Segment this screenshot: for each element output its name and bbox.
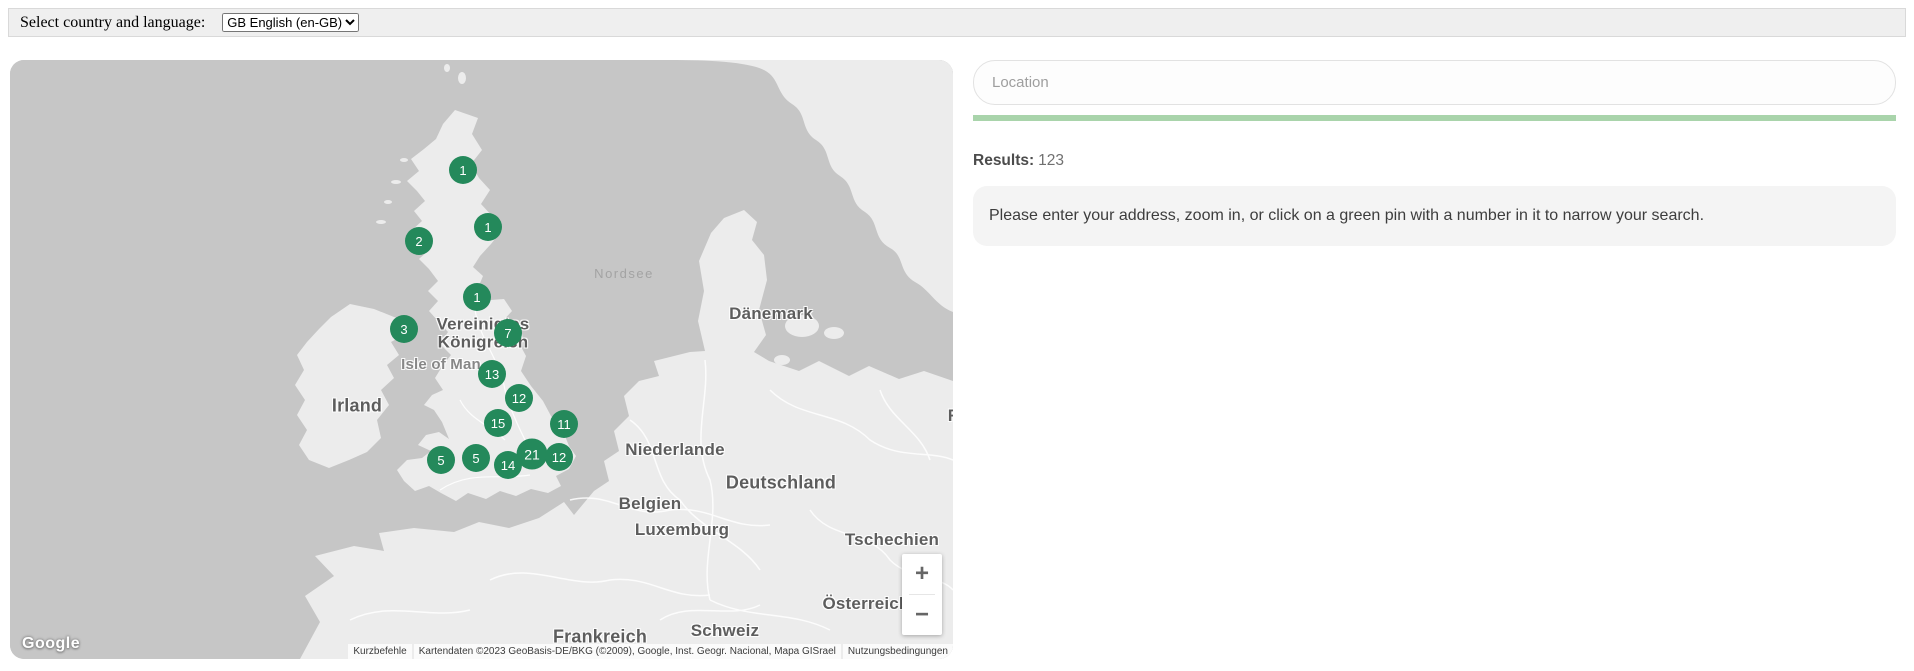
- map-label: Nordsee: [594, 267, 654, 281]
- map-label: Dänemark: [729, 305, 813, 323]
- results-label: Results:: [973, 152, 1034, 169]
- map-label: Belgien: [619, 495, 682, 513]
- map-label: Luxemburg: [635, 521, 729, 539]
- language-label: Select country and language:: [20, 14, 205, 32]
- map-label: Schweiz: [691, 622, 759, 640]
- map[interactable]: NordseeDänemarkVereinigtes KönigreichIsl…: [10, 60, 953, 659]
- info-message-text: Please enter your address, zoom in, or c…: [989, 207, 1704, 225]
- cluster-pin[interactable]: 5: [427, 446, 455, 474]
- cluster-pin[interactable]: 15: [484, 409, 512, 437]
- cluster-pin[interactable]: 1: [474, 213, 502, 241]
- map-copyright: Kartendaten ©2023 GeoBasis-DE/BKG (©2009…: [414, 644, 841, 659]
- map-terrain: [10, 60, 953, 659]
- results-panel: Results:123 Please enter your address, z…: [973, 60, 1896, 246]
- terms-link[interactable]: Nutzungsbedingungen: [843, 644, 953, 659]
- cluster-pin[interactable]: 5: [462, 444, 490, 472]
- map-label: Isle of Man: [401, 357, 481, 373]
- map-label: Österreich: [822, 595, 909, 613]
- cluster-pin[interactable]: 12: [505, 384, 533, 412]
- keyboard-shortcuts-link[interactable]: Kurzbefehle: [348, 644, 411, 659]
- cluster-pin[interactable]: 1: [449, 156, 477, 184]
- cluster-pin[interactable]: 12: [545, 443, 573, 471]
- map-label: Tschechien: [845, 531, 939, 549]
- zoom-out-button[interactable]: −: [902, 595, 942, 635]
- cluster-pin[interactable]: 13: [478, 360, 506, 388]
- location-input[interactable]: [973, 60, 1896, 105]
- language-select[interactable]: GB English (en-GB): [222, 13, 359, 32]
- cluster-pin[interactable]: 11: [550, 410, 578, 438]
- language-bar: Select country and language: GB English …: [8, 8, 1906, 37]
- info-message: Please enter your address, zoom in, or c…: [973, 186, 1896, 246]
- accent-bar: [973, 115, 1896, 121]
- map-label: Irland: [332, 396, 382, 415]
- map-label: Deutschland: [726, 473, 836, 492]
- results-summary: Results:123: [973, 152, 1896, 170]
- cluster-pin[interactable]: 2: [405, 227, 433, 255]
- map-label: R: [948, 407, 953, 425]
- cluster-pin[interactable]: 1: [463, 283, 491, 311]
- cluster-pin[interactable]: 3: [390, 315, 418, 343]
- zoom-in-button[interactable]: +: [902, 554, 942, 594]
- cluster-pin[interactable]: 21: [517, 439, 548, 470]
- map-label: Niederlande: [625, 441, 725, 459]
- cluster-pin[interactable]: 7: [494, 319, 522, 347]
- google-logo[interactable]: Google: [22, 635, 80, 653]
- map-attribution: Kurzbefehle Kartendaten ©2023 GeoBasis-D…: [346, 644, 953, 659]
- map-zoom-control: + −: [902, 554, 942, 635]
- results-count: 123: [1038, 152, 1064, 169]
